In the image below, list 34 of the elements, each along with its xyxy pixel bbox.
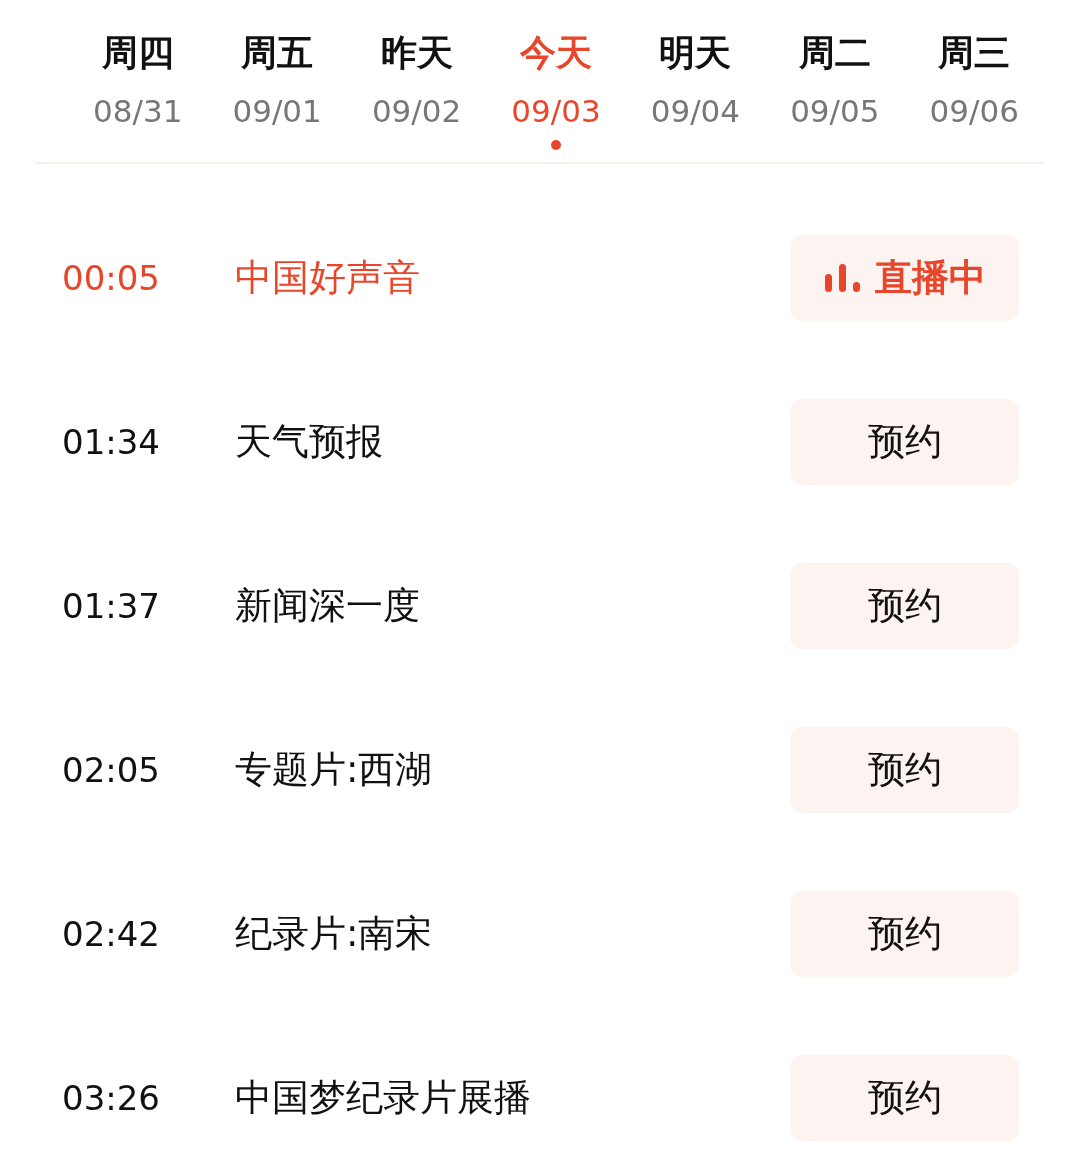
program-title: 专题片:西湖 bbox=[235, 747, 434, 793]
date-label: 09/05 bbox=[790, 92, 880, 131]
reserve-button[interactable]: 预约 bbox=[790, 1055, 1019, 1141]
day-tab[interactable]: 周三 bbox=[938, 28, 1011, 78]
program-time: 01:34 bbox=[62, 422, 161, 462]
program-title: 中国好声音 bbox=[235, 255, 421, 301]
day-tab[interactable]: 明天 bbox=[659, 28, 732, 78]
day-tab[interactable]: 周二 bbox=[798, 28, 871, 78]
reserve-button[interactable]: 预约 bbox=[790, 891, 1019, 977]
selected-dot-icon bbox=[550, 140, 561, 150]
program-title: 天气预报 bbox=[235, 419, 384, 465]
day-tab[interactable]: 昨天 bbox=[380, 28, 453, 78]
program-time: 00:05 bbox=[62, 258, 161, 298]
program-title: 中国梦纪录片展播 bbox=[235, 1075, 532, 1121]
date-label: 09/04 bbox=[650, 92, 741, 131]
date-label: 09/03 bbox=[511, 92, 601, 131]
date-label: 08/31 bbox=[93, 92, 183, 131]
program-time: 02:05 bbox=[62, 750, 161, 790]
date-label: 09/06 bbox=[929, 92, 1019, 131]
program-title: 纪录片:南宋 bbox=[235, 911, 434, 957]
date-label: 09/01 bbox=[232, 92, 322, 131]
day-tab[interactable]: 周四 bbox=[101, 28, 174, 78]
program-time: 01:37 bbox=[62, 586, 161, 626]
date-label: 09/02 bbox=[371, 92, 462, 131]
program-time: 02:42 bbox=[62, 914, 161, 954]
program-time: 03:26 bbox=[62, 1078, 161, 1118]
program-title: 新闻深一度 bbox=[235, 583, 421, 629]
day-tab[interactable]: 周五 bbox=[241, 28, 314, 78]
day-tab[interactable]: 今天 bbox=[519, 28, 592, 78]
signal-bars-icon bbox=[823, 264, 863, 292]
reserve-button[interactable]: 预约 bbox=[790, 563, 1019, 649]
live-button[interactable]: 直播中 bbox=[790, 235, 1019, 321]
reserve-button[interactable]: 预约 bbox=[790, 727, 1019, 813]
reserve-button[interactable]: 预约 bbox=[790, 399, 1019, 485]
